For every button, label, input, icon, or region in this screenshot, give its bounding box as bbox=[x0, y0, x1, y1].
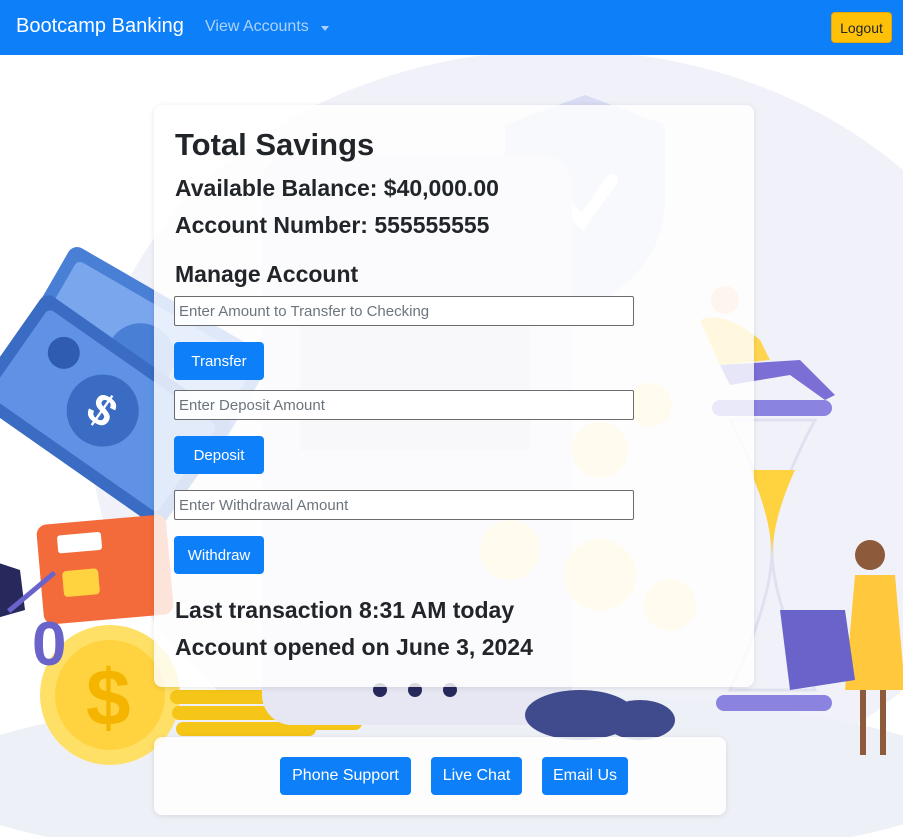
withdraw-button[interactable]: Withdraw bbox=[174, 536, 264, 574]
account-opened-text: Account opened on June 3, 2024 bbox=[175, 634, 533, 660]
last-transaction-text: Last transaction 8:31 AM today bbox=[175, 597, 515, 623]
number-zero-decoration: 0 bbox=[32, 610, 66, 679]
view-accounts-label: View Accounts bbox=[205, 18, 309, 35]
transfer-amount-input[interactable] bbox=[174, 296, 634, 326]
live-chat-button[interactable]: Live Chat bbox=[431, 757, 522, 795]
deposit-amount-input[interactable] bbox=[174, 390, 634, 420]
brand-logo-text[interactable]: Bootcamp Banking bbox=[16, 15, 184, 38]
support-footer: Phone Support Live Chat Email Us bbox=[154, 737, 726, 815]
svg-text:$: $ bbox=[86, 653, 131, 742]
view-accounts-dropdown[interactable]: View Accounts bbox=[205, 18, 329, 36]
chevron-down-icon bbox=[320, 25, 329, 31]
transfer-button[interactable]: Transfer bbox=[174, 342, 264, 380]
account-card: Total Savings Available Balance: $40,000… bbox=[154, 105, 754, 687]
deposit-button[interactable]: Deposit bbox=[174, 436, 264, 474]
account-title: Total Savings bbox=[175, 127, 375, 162]
manage-account-heading: Manage Account bbox=[175, 261, 359, 287]
phone-support-button[interactable]: Phone Support bbox=[280, 757, 411, 795]
top-navbar: Bootcamp Banking View Accounts Logout bbox=[0, 0, 903, 55]
email-us-button[interactable]: Email Us bbox=[542, 757, 628, 795]
logout-button[interactable]: Logout bbox=[831, 12, 892, 43]
withdrawal-amount-input[interactable] bbox=[174, 490, 634, 520]
available-balance: Available Balance: $40,000.00 bbox=[175, 175, 499, 201]
account-number: Account Number: 555555555 bbox=[175, 212, 490, 238]
